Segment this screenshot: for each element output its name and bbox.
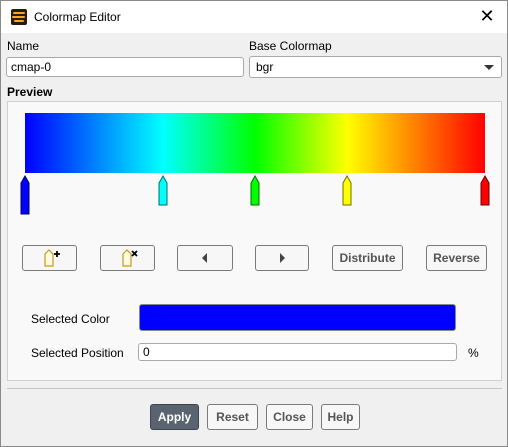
base-colormap-select[interactable]: bgr — [249, 56, 502, 78]
stop-marker-4[interactable] — [480, 175, 490, 206]
close-button[interactable]: Close — [266, 404, 313, 430]
arrow-right-icon — [280, 253, 285, 263]
name-input[interactable]: cmap-0 — [6, 57, 244, 77]
arrow-left-icon — [202, 253, 207, 263]
selected-position-label: Selected Position — [31, 346, 124, 360]
stop-marker-1[interactable] — [158, 175, 168, 206]
preview-heading: Preview — [7, 85, 53, 99]
reset-button[interactable]: Reset — [207, 404, 258, 430]
base-colormap-value: bgr — [256, 60, 274, 74]
distribute-button[interactable]: Distribute — [332, 245, 403, 271]
position-unit: % — [468, 346, 479, 360]
delete-stop-button[interactable] — [100, 245, 155, 271]
delete-stop-icon — [121, 249, 138, 267]
stop-marker-2[interactable] — [250, 175, 260, 206]
chevron-down-icon — [484, 65, 494, 70]
selected-color-swatch[interactable] — [139, 304, 456, 331]
close-icon[interactable]: ✕ — [477, 6, 497, 26]
add-stop-button[interactable] — [22, 245, 77, 271]
stop-marker-3[interactable] — [342, 175, 352, 206]
colormap-editor-window: Colormap Editor ✕ Name cmap-0 Base Color… — [0, 0, 508, 447]
previous-stop-button[interactable] — [177, 245, 233, 271]
reverse-button[interactable]: Reverse — [426, 245, 487, 271]
help-button[interactable]: Help — [321, 404, 360, 430]
next-stop-button[interactable] — [255, 245, 309, 271]
name-label: Name — [7, 39, 40, 53]
add-stop-icon — [43, 249, 60, 267]
app-logo-icon — [11, 9, 27, 25]
apply-button[interactable]: Apply — [150, 404, 199, 430]
title-bar: Colormap Editor ✕ — [1, 1, 507, 33]
colormap-preview-bar — [25, 113, 485, 173]
stop-marker-0[interactable] — [20, 175, 30, 215]
selected-color-label: Selected Color — [31, 312, 110, 326]
base-colormap-label: Base Colormap — [249, 39, 332, 53]
selected-position-input[interactable]: 0 — [138, 343, 457, 361]
footer-divider — [7, 388, 502, 389]
window-title: Colormap Editor — [34, 10, 121, 24]
